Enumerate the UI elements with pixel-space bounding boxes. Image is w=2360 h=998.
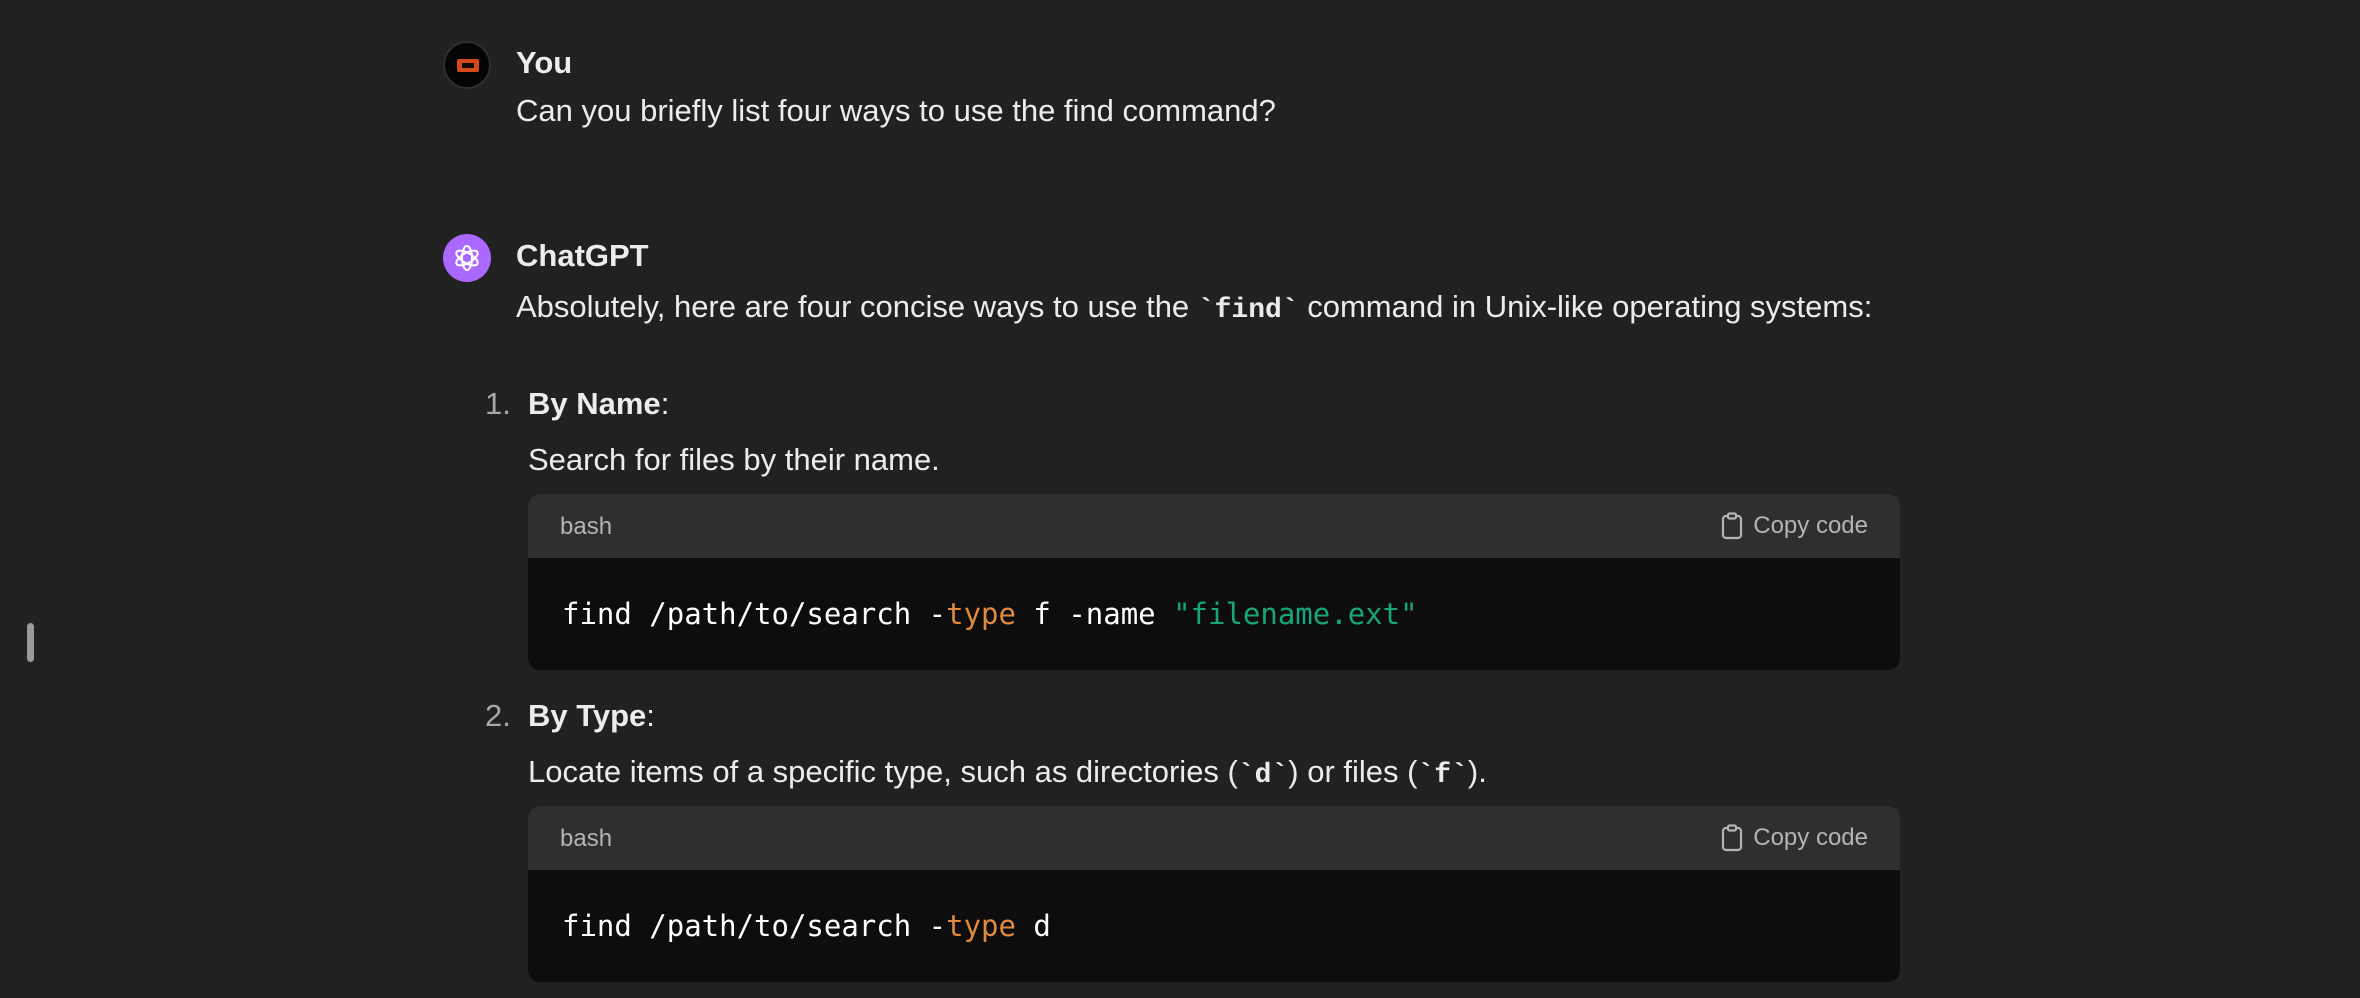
list-item-description: Search for files by their name. [528,442,940,477]
code-text: d [1015,909,1051,943]
user-author-name: You [516,45,573,80]
list-item-title: By Type: [528,698,655,734]
code-block: bash Copy code find /path/to/search -typ… [528,494,1900,670]
list-item-description: Locate items of a specific type, such as… [528,754,1487,791]
openai-logo-icon [455,245,479,271]
intro-text-after: command in Unix-like operating systems: [1298,289,1873,324]
copy-code-button[interactable]: Copy code [1721,824,1868,852]
user-message-text: Can you briefly list four ways to use th… [516,93,1276,128]
code-block-header: bash Copy code [528,806,1900,870]
code-block-body: find /path/to/search -type f -name "file… [528,558,1900,670]
description-text: ) or files ( [1288,754,1418,789]
code-keyword: type [946,909,1016,943]
code-string: "filename.ext" [1173,597,1418,631]
code-language-label: bash [560,513,613,540]
intro-inline-code: `find` [1197,295,1299,326]
scrollbar-handle[interactable] [27,623,34,662]
code-text: find /path/to/search - [562,597,947,631]
user-avatar-icon [457,59,479,72]
description-inline-code: `d` [1237,760,1289,791]
code-text: find /path/to/search - [562,909,947,943]
list-item-title-suffix: : [660,386,670,421]
list-item-title: By Name: [528,386,669,422]
clipboard-icon [1722,824,1743,852]
copy-code-button[interactable]: Copy code [1721,512,1868,540]
description-inline-code: `f` [1417,760,1468,791]
code-line: find /path/to/search -type d [562,909,1051,943]
code-line: find /path/to/search -type f -name "file… [562,597,1418,631]
list-item-number: 2. [485,698,511,733]
copy-code-label: Copy code [1753,824,1868,851]
intro-text-before: Absolutely, here are four concise ways t… [516,289,1198,324]
assistant-avatar [443,234,491,282]
description-text: Locate items of a specific type, such as… [528,754,1238,789]
description-text: ). [1467,754,1487,789]
user-avatar [443,41,491,89]
list-item-title-bold: By Name [528,386,661,421]
code-keyword: type [946,597,1016,631]
code-block-header: bash Copy code [528,494,1900,558]
list-item-number: 1. [485,386,511,421]
list-item-title-suffix: : [646,698,655,733]
assistant-intro-text: Absolutely, here are four concise ways t… [516,289,1872,326]
chat-page: You Can you briefly list four ways to us… [0,0,2360,998]
code-language-label: bash [560,825,613,852]
clipboard-icon [1722,512,1743,540]
assistant-author-name: ChatGPT [516,238,649,273]
code-block: bash Copy code find /path/to/search -typ… [528,806,1900,982]
code-block-body: find /path/to/search -type d [528,870,1900,982]
list-item-title-bold: By Type [528,698,647,733]
copy-code-label: Copy code [1753,512,1868,539]
code-text: f -name [1015,597,1174,631]
